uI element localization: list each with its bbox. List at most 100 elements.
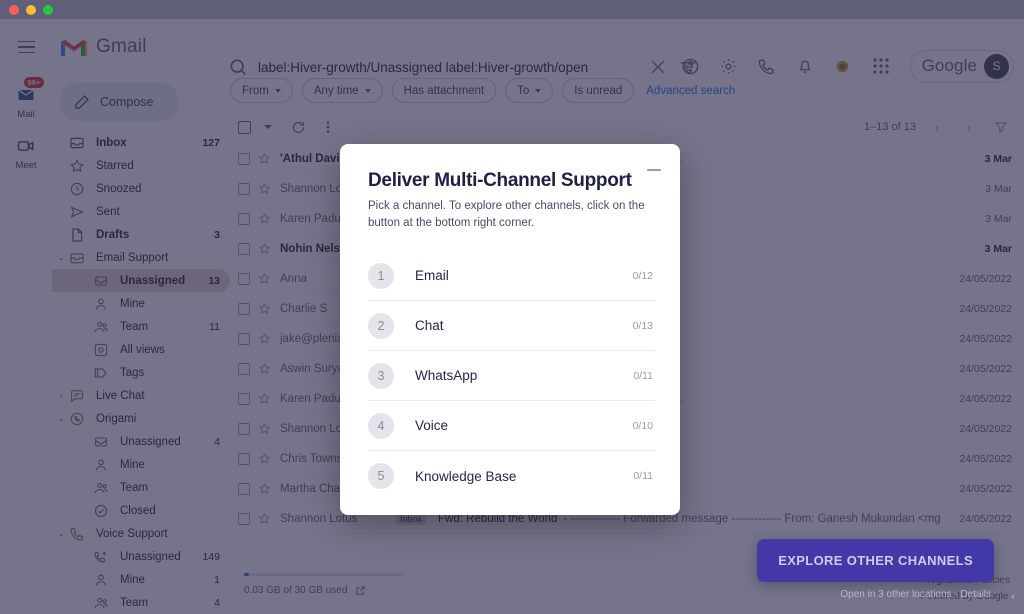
- row-checkbox[interactable]: [238, 272, 250, 285]
- chip-any-time[interactable]: Any time: [301, 78, 383, 103]
- minimize-window-button[interactable]: [26, 4, 36, 15]
- chip-label: Any time: [313, 84, 359, 97]
- star-icon[interactable]: [258, 332, 272, 346]
- sidebar-item-team[interactable]: Team 4: [52, 591, 230, 614]
- refresh-icon[interactable]: [285, 114, 311, 140]
- chevron-down-icon[interactable]: ⌄: [55, 413, 67, 425]
- row-checkbox[interactable]: [238, 392, 250, 405]
- apps-grid-icon[interactable]: [864, 49, 898, 83]
- row-checkbox[interactable]: [238, 182, 250, 195]
- sidebar-item-inbox[interactable]: Inbox 127: [52, 131, 230, 154]
- star-icon[interactable]: [258, 152, 272, 166]
- star-icon[interactable]: [258, 452, 272, 466]
- sidebar-item-mine[interactable]: Mine: [52, 453, 230, 476]
- sidebar-item-sent[interactable]: Sent: [52, 200, 230, 223]
- sidebar-item-voice-support[interactable]: ⌄ Voice Support: [52, 522, 230, 545]
- sidebar-item-unassigned[interactable]: Unassigned 149: [52, 545, 230, 568]
- more-vertical-icon[interactable]: [315, 114, 341, 140]
- chip-to[interactable]: To: [505, 78, 554, 103]
- sidebar-item-count: 4: [214, 435, 220, 448]
- star-icon[interactable]: [258, 512, 272, 526]
- external-link-icon[interactable]: [355, 585, 366, 596]
- advanced-search-link[interactable]: Advanced search: [646, 85, 735, 97]
- chevron-left-icon[interactable]: ‹: [926, 116, 948, 138]
- sidebar-item-team[interactable]: Team: [52, 476, 230, 499]
- sidebar-item-mine[interactable]: Mine: [52, 292, 230, 315]
- row-checkbox[interactable]: [238, 422, 250, 435]
- row-checkbox[interactable]: [238, 512, 250, 525]
- row-checkbox[interactable]: [238, 362, 250, 375]
- rail-item-meet[interactable]: Meet: [0, 134, 52, 171]
- phone-icon[interactable]: [750, 49, 784, 83]
- pencil-icon: [75, 95, 89, 109]
- star-icon[interactable]: [258, 422, 272, 436]
- channel-number: 5: [368, 463, 394, 490]
- row-checkbox[interactable]: [238, 152, 250, 165]
- select-all-checkbox[interactable]: [238, 120, 251, 134]
- row-checkbox[interactable]: [238, 332, 250, 345]
- close-window-button[interactable]: [9, 4, 19, 15]
- chip-from[interactable]: From: [230, 78, 293, 103]
- chevron-left-icon[interactable]: ‹: [1006, 590, 1020, 604]
- sidebar-item-starred[interactable]: Starred: [52, 154, 230, 177]
- star-icon[interactable]: [258, 242, 272, 256]
- chevron-down-icon[interactable]: ⌄: [55, 252, 67, 264]
- star-icon[interactable]: [258, 362, 272, 376]
- chevron-right-icon[interactable]: ›: [958, 116, 980, 138]
- phone-add-icon: [92, 548, 110, 566]
- row-checkbox[interactable]: [238, 212, 250, 225]
- star-icon[interactable]: [258, 212, 272, 226]
- channel-row-knowledge-base[interactable]: 5 Knowledge Base 0/11: [368, 451, 655, 501]
- chevron-right-icon[interactable]: ›: [55, 390, 67, 402]
- channel-progress: 0/12: [632, 269, 653, 282]
- sidebar-item-label: Closed: [120, 504, 156, 517]
- close-icon[interactable]: [648, 57, 668, 77]
- chevron-down-icon[interactable]: [255, 114, 281, 140]
- chevron-down-icon[interactable]: ⌄: [55, 528, 67, 540]
- chip-has-attachment[interactable]: Has attachment: [391, 78, 497, 103]
- avatar[interactable]: S: [984, 53, 1009, 79]
- sidebar-item-snoozed[interactable]: Snoozed: [52, 177, 230, 200]
- sidebar-item-all-views[interactable]: All views: [52, 338, 230, 361]
- sidebar-item-tags[interactable]: Tags: [52, 361, 230, 384]
- coin-icon[interactable]: [826, 49, 860, 83]
- row-checkbox[interactable]: [238, 452, 250, 465]
- star-icon[interactable]: [258, 272, 272, 286]
- modal-subtitle: Pick a channel. To explore other channel…: [368, 200, 645, 229]
- channel-row-whatsapp[interactable]: 3 WhatsApp 0/11: [368, 351, 655, 402]
- sidebar-item-unassigned[interactable]: Unassigned 13: [52, 269, 230, 292]
- channel-row-email[interactable]: 1 Email 0/12: [368, 251, 655, 302]
- star-icon[interactable]: [258, 392, 272, 406]
- unassigned-icon: [92, 433, 110, 451]
- channel-row-voice[interactable]: 4 Voice 0/10: [368, 401, 655, 452]
- sidebar-item-live-chat[interactable]: › Live Chat: [52, 384, 230, 407]
- sidebar-item-count: 149: [202, 550, 220, 563]
- search-input[interactable]: label:Hiver-growth/Unassigned label:Hive…: [258, 60, 638, 75]
- notification-bell-icon[interactable]: [788, 49, 822, 83]
- chip-is-unread[interactable]: Is unread: [562, 78, 635, 103]
- rail-item-mail[interactable]: 99+ Mail: [0, 77, 52, 120]
- star-icon[interactable]: [258, 182, 272, 196]
- sidebar-item-closed[interactable]: Closed: [52, 499, 230, 522]
- star-icon[interactable]: [258, 482, 272, 496]
- hamburger-icon[interactable]: [6, 27, 46, 67]
- sidebar-item-origami[interactable]: ⌄ Origami: [52, 407, 230, 430]
- row-checkbox[interactable]: [238, 302, 250, 315]
- sidebar-item-unassigned[interactable]: Unassigned 4: [52, 430, 230, 453]
- maximize-window-button[interactable]: [43, 4, 53, 15]
- row-checkbox[interactable]: [238, 482, 250, 495]
- sidebar-item-label: Mine: [120, 573, 145, 586]
- sidebar-item-email-support[interactable]: ⌄ Email Support: [52, 246, 230, 269]
- star-icon[interactable]: [258, 302, 272, 316]
- sidebar-item-mine[interactable]: Mine 1: [52, 568, 230, 591]
- funnel-icon[interactable]: [990, 116, 1012, 138]
- row-checkbox[interactable]: [238, 242, 250, 255]
- minimize-icon[interactable]: [646, 162, 662, 178]
- google-account-pill[interactable]: Google S: [909, 49, 1014, 83]
- channel-row-chat[interactable]: 2 Chat 0/13: [368, 301, 655, 352]
- sidebar-item-drafts[interactable]: Drafts 3: [52, 223, 230, 246]
- sidebar-item-label: Origami: [96, 412, 137, 425]
- compose-button[interactable]: Compose: [60, 83, 178, 121]
- sidebar-item-team[interactable]: Team 11: [52, 315, 230, 338]
- explore-other-channels-button[interactable]: EXPLORE OTHER CHANNELS: [757, 539, 994, 582]
